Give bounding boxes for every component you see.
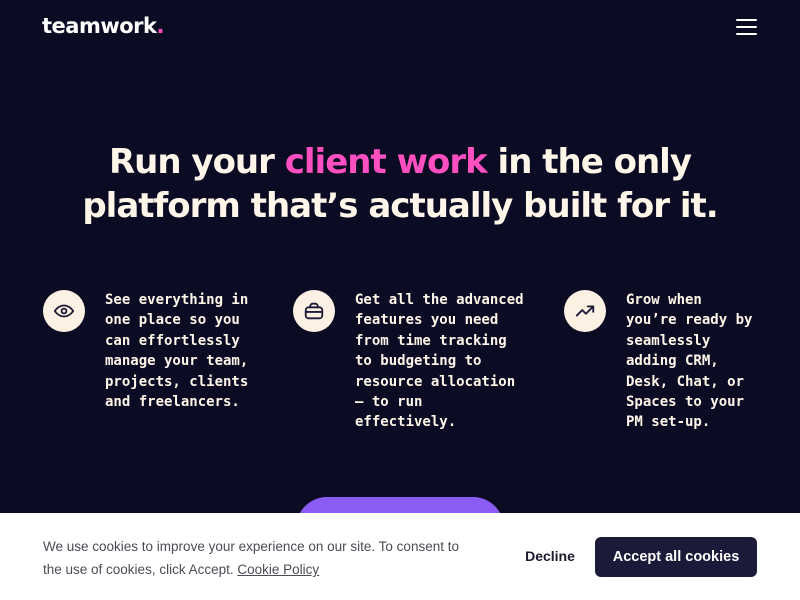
feature-text: Grow when you’re ready by seamlessly add… — [626, 292, 753, 431]
eye-icon — [43, 290, 85, 332]
logo-text: teamwork — [42, 14, 157, 38]
decline-button[interactable]: Decline — [512, 543, 588, 569]
accept-all-cookies-button[interactable]: Accept all cookies — [595, 537, 757, 577]
logo-dot: . — [156, 14, 164, 38]
feature-text: Get all the advanced features you need f… — [355, 292, 524, 431]
cookie-policy-link[interactable]: Cookie Policy — [237, 562, 319, 577]
hero-title-accent: client work — [284, 142, 488, 182]
menu-line — [736, 33, 757, 35]
feature-text: See everything in one place so you can e… — [105, 292, 249, 411]
briefcase-icon — [293, 290, 335, 332]
hamburger-menu-icon[interactable] — [736, 18, 758, 36]
cookie-message: We use cookies to improve your experienc… — [43, 535, 473, 581]
teamwork-logo[interactable]: teamwork. — [42, 12, 165, 40]
cookie-banner: We use cookies to improve your experienc… — [0, 513, 800, 600]
menu-line — [736, 26, 757, 28]
hero-title-part1: Run your — [108, 142, 285, 182]
trending-up-icon — [564, 290, 606, 332]
menu-line — [736, 19, 757, 21]
hero-title: Run your client work in the only platfor… — [40, 140, 760, 228]
